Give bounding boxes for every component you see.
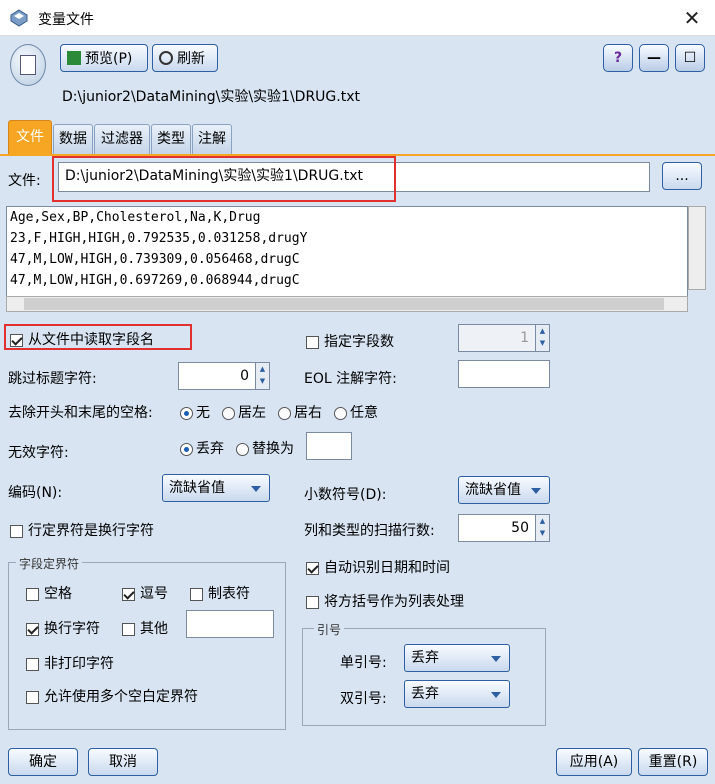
tab-file[interactable]: 文件 <box>8 120 52 154</box>
read-field-names-checkbox[interactable]: 从文件中读取字段名 <box>10 329 154 349</box>
double-quote-dropdown[interactable]: 丢弃 <box>404 680 510 708</box>
multi-space-checkbox[interactable]: 允许使用多个空白定界符 <box>26 686 198 706</box>
checkbox-checked[interactable] <box>122 587 135 601</box>
ok-button[interactable]: 确定 <box>8 748 78 776</box>
decimal-dropdown[interactable]: 流缺省值 <box>458 476 550 504</box>
delimiter-group-label: 字段定界符 <box>16 555 83 572</box>
encoding-label: 编码(N): <box>8 485 63 501</box>
file-label: 文件: <box>8 173 41 189</box>
radio[interactable] <box>222 406 235 420</box>
discard-radio[interactable]: 丢弃 <box>180 438 224 458</box>
quotes-group <box>302 628 546 726</box>
minimize-button[interactable]: — <box>639 44 669 72</box>
tab-data[interactable]: 数据 <box>53 124 93 154</box>
cancel-button[interactable]: 取消 <box>88 748 158 776</box>
spinner-icon[interactable]: ▲ ▼ <box>535 325 549 351</box>
eol-comment-input[interactable] <box>458 360 550 388</box>
double-quote-label: 双引号: <box>340 691 387 707</box>
auto-date-checkbox[interactable]: 自动识别日期和时间 <box>306 557 450 577</box>
app-icon <box>10 9 28 27</box>
scan-rows-label: 列和类型的扫描行数: <box>304 523 435 539</box>
radio[interactable] <box>334 406 347 420</box>
preview-line: 23,F,HIGH,HIGH,0.792535,0.031258,drugY <box>10 231 308 246</box>
replace-radio[interactable]: 替换为 <box>236 438 294 458</box>
strip-right-radio[interactable]: 居右 <box>278 402 322 422</box>
radio[interactable] <box>236 442 249 456</box>
quotes-group-label: 引号 <box>314 621 345 638</box>
browse-button[interactable]: ... <box>662 162 702 190</box>
tab-checkbox[interactable]: 制表符 <box>190 583 250 603</box>
spinner-icon[interactable]: ▲ ▼ <box>255 363 269 389</box>
preview-line: 47,M,LOW,HIGH,0.739309,0.056468,drugC <box>10 252 300 267</box>
tab-type[interactable]: 类型 <box>151 124 191 154</box>
chevron-down-icon <box>491 656 501 662</box>
radio-selected[interactable] <box>180 406 193 420</box>
newline-record-checkbox[interactable]: 行定界符是换行字符 <box>10 520 154 540</box>
refresh-button[interactable]: 刷新 <box>152 44 218 72</box>
field-count-input[interactable]: 1 ▲ ▼ <box>458 324 550 352</box>
vertical-scrollbar[interactable] <box>688 206 706 290</box>
checkbox[interactable] <box>26 657 39 671</box>
skip-header-input[interactable]: 0 ▲ ▼ <box>178 362 270 390</box>
document-icon <box>20 55 36 75</box>
specify-fields-checkbox[interactable]: 指定字段数 <box>306 331 394 351</box>
single-quote-label: 单引号: <box>340 655 387 671</box>
encoding-dropdown[interactable]: 流缺省值 <box>162 474 270 502</box>
help-button[interactable]: ? <box>603 44 633 72</box>
apply-button[interactable]: 应用(A) <box>556 748 632 776</box>
radio[interactable] <box>278 406 291 420</box>
space-checkbox[interactable]: 空格 <box>26 583 72 603</box>
scan-rows-input[interactable]: 50 ▲ ▼ <box>458 514 550 542</box>
tab-annotation[interactable]: 注解 <box>192 124 232 154</box>
checkbox[interactable] <box>190 587 203 601</box>
single-quote-dropdown[interactable]: 丢弃 <box>404 644 510 672</box>
checkbox[interactable] <box>122 622 135 636</box>
checkbox[interactable] <box>26 690 39 704</box>
checkbox[interactable] <box>306 335 319 349</box>
strip-none-radio[interactable]: 无 <box>180 402 210 422</box>
checkbox[interactable] <box>26 587 39 601</box>
highlight-file-path <box>52 156 396 202</box>
strip-spaces-label: 去除开头和末尾的空格: <box>8 405 153 421</box>
window-title: 变量文件 <box>38 12 94 28</box>
chevron-down-icon <box>531 488 541 494</box>
newline-checkbox[interactable]: 换行字符 <box>26 618 100 638</box>
preview-line: 47,M,LOW,HIGH,0.697269,0.068944,drugC <box>10 273 300 288</box>
chevron-down-icon <box>491 692 501 698</box>
other-delimiter-input[interactable] <box>186 610 274 638</box>
preview-icon <box>67 51 81 65</box>
checkbox-checked[interactable] <box>306 561 319 575</box>
radio-selected[interactable] <box>180 442 193 456</box>
checkbox-checked[interactable] <box>26 622 39 636</box>
refresh-icon <box>159 51 173 65</box>
strip-any-radio[interactable]: 任意 <box>334 402 378 422</box>
other-checkbox[interactable]: 其他 <box>122 618 168 638</box>
maximize-button[interactable]: ☐ <box>675 44 705 72</box>
file-preview: Age,Sex,BP,Cholesterol,Na,K,Drug 23,F,HI… <box>6 206 688 310</box>
checkbox[interactable] <box>306 595 319 609</box>
chevron-down-icon <box>251 486 261 492</box>
skip-header-label: 跳过标题字符: <box>8 371 97 387</box>
spinner-icon[interactable]: ▲ ▼ <box>535 515 549 541</box>
preview-button[interactable]: 预览(P) <box>60 44 148 72</box>
replace-char-input[interactable] <box>306 432 352 460</box>
invalid-chars-label: 无效字符: <box>8 445 69 461</box>
checkbox-checked[interactable] <box>10 333 23 347</box>
reset-button[interactable]: 重置(R) <box>638 748 708 776</box>
tab-filter[interactable]: 过滤器 <box>94 124 150 154</box>
close-icon[interactable]: ✕ <box>680 6 704 30</box>
bracket-list-checkbox[interactable]: 将方括号作为列表处理 <box>306 591 464 611</box>
scroll-thumb[interactable] <box>24 298 664 310</box>
nonprint-checkbox[interactable]: 非打印字符 <box>26 653 114 673</box>
preview-line: Age,Sex,BP,Cholesterol,Na,K,Drug <box>10 210 261 225</box>
comma-checkbox[interactable]: 逗号 <box>122 583 168 603</box>
eol-comment-label: EOL 注解字符: <box>304 371 397 387</box>
checkbox[interactable] <box>10 524 23 538</box>
title-bar <box>0 0 715 36</box>
decimal-label: 小数符号(D): <box>304 487 387 503</box>
strip-left-radio[interactable]: 居左 <box>222 402 266 422</box>
node-path: D:\junior2\DataMining\实验\实验1\DRUG.txt <box>62 89 360 105</box>
